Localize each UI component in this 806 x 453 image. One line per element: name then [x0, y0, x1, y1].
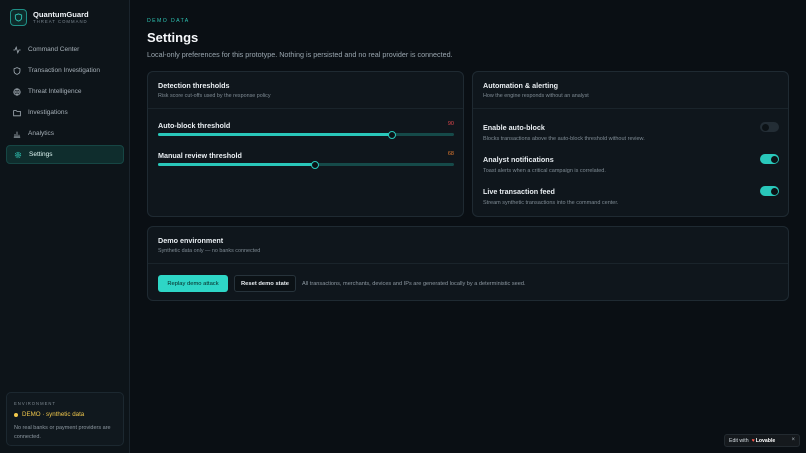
environment-note: No real banks or payment providers are c…: [14, 425, 111, 440]
automation-alerting-card: Automation & alerting How the engine res…: [472, 71, 789, 217]
globe-icon: [13, 87, 21, 96]
manual-review-slider[interactable]: [158, 160, 454, 169]
page-title: Settings: [147, 30, 199, 45]
demo-environment-card: Demo environment Synthetic data only — n…: [147, 226, 789, 301]
sidebar-item-label: Settings: [29, 151, 53, 158]
slider-fill: [158, 133, 392, 136]
slider-label: Manual review threshold: [158, 151, 242, 160]
slider-thumb[interactable]: [310, 160, 319, 169]
manual-review-threshold-row: Manual review threshold 68: [158, 151, 454, 169]
sidebar-item-label: Command Center: [28, 46, 80, 53]
card-title: Demo environment: [158, 236, 224, 245]
status-dot-icon: [14, 412, 18, 417]
sidebar-item-transaction-investigation[interactable]: Transaction Investigation: [6, 61, 124, 80]
card-subtitle: How the engine responds without an analy…: [483, 93, 589, 99]
sidebar-item-analytics[interactable]: Analytics: [6, 124, 124, 143]
sidebar-item-command-center[interactable]: Command Center: [6, 40, 124, 59]
environment-status: DEMO · synthetic data: [14, 411, 116, 418]
slider-thumb[interactable]: [387, 130, 396, 139]
sidebar-item-label: Transaction Investigation: [28, 67, 101, 74]
sidebar-item-label: Investigations: [28, 109, 68, 116]
environment-status-text: DEMO · synthetic data: [22, 411, 85, 418]
brand-subtitle: THREAT COMMAND: [33, 19, 88, 24]
sidebar-item-label: Analytics: [28, 130, 55, 137]
auto-block-toggle[interactable]: [760, 122, 779, 132]
demo-note: All transactions, merchants, devices and…: [302, 281, 526, 287]
sidebar-item-threat-intelligence[interactable]: Threat Intelligence: [6, 82, 124, 101]
folder-icon: [13, 109, 21, 116]
card-subtitle: Risk score cut-offs used by the response…: [158, 93, 271, 99]
badge-prefix: Edit with: [729, 437, 749, 444]
live-feed-toggle[interactable]: [760, 186, 779, 196]
sidebar-item-label: Threat Intelligence: [28, 88, 82, 95]
card-title: Automation & alerting: [483, 81, 559, 90]
page-description: Local-only preferences for this prototyp…: [147, 50, 453, 59]
sidebar-item-settings[interactable]: Settings: [6, 145, 124, 164]
sidebar: QuantumGuard THREAT COMMAND Command Cent…: [0, 0, 130, 453]
gear-icon: [14, 151, 22, 158]
environment-label: ENVIRONMENT: [14, 401, 56, 406]
sidebar-item-investigations[interactable]: Investigations: [6, 103, 124, 122]
analyst-notifications-toggle[interactable]: [760, 154, 779, 164]
page-eyebrow: DEMO DATA: [147, 18, 190, 24]
slider-fill: [158, 163, 315, 166]
shield-icon: [13, 66, 21, 75]
toggle-knob: [770, 187, 778, 195]
auto-block-slider[interactable]: [158, 130, 454, 139]
setting-description: Blocks transactions above the auto-block…: [483, 136, 645, 142]
edit-with-lovable-badge[interactable]: Edit with ♥ Lovable ×: [724, 434, 800, 447]
heart-icon: ♥: [751, 437, 755, 444]
card-subtitle: Synthetic data only — no banks connected: [158, 248, 261, 254]
setting-title: Enable auto-block: [483, 123, 545, 132]
toggle-knob: [761, 123, 769, 131]
shield-logo-icon: [10, 9, 27, 26]
close-icon[interactable]: ×: [791, 437, 795, 443]
setting-title: Live transaction feed: [483, 187, 555, 196]
analyst-notifications-setting-row: Analyst notifications Toast alerts when …: [483, 154, 779, 174]
brand[interactable]: QuantumGuard THREAT COMMAND: [10, 9, 89, 26]
detection-thresholds-card: Detection thresholds Risk score cut-offs…: [147, 71, 464, 217]
reset-demo-state-button[interactable]: Reset demo state: [234, 275, 296, 292]
setting-description: Stream synthetic transactions into the c…: [483, 200, 619, 206]
activity-icon: [13, 45, 21, 54]
setting-description: Toast alerts when a critical campaign is…: [483, 168, 606, 174]
bar-chart-icon: [13, 131, 21, 138]
replay-demo-attack-button[interactable]: Replay demo attack: [158, 275, 228, 292]
auto-block-setting-row: Enable auto-block Blocks transactions ab…: [483, 122, 779, 142]
slider-label: Auto-block threshold: [158, 121, 231, 130]
setting-title: Analyst notifications: [483, 155, 554, 164]
badge-brand: Lovable: [755, 437, 776, 444]
environment-card: ENVIRONMENT DEMO · synthetic data No rea…: [6, 392, 124, 446]
slider-value: 90: [447, 121, 454, 127]
brand-name: QuantumGuard: [33, 10, 89, 19]
slider-value: 68: [447, 151, 454, 157]
auto-block-threshold-row: Auto-block threshold 90: [158, 121, 454, 139]
sidebar-nav: Command Center Transaction Investigation…: [6, 40, 124, 166]
toggle-knob: [770, 155, 778, 163]
live-feed-setting-row: Live transaction feed Stream synthetic t…: [483, 186, 779, 206]
card-title: Detection thresholds: [158, 81, 230, 90]
